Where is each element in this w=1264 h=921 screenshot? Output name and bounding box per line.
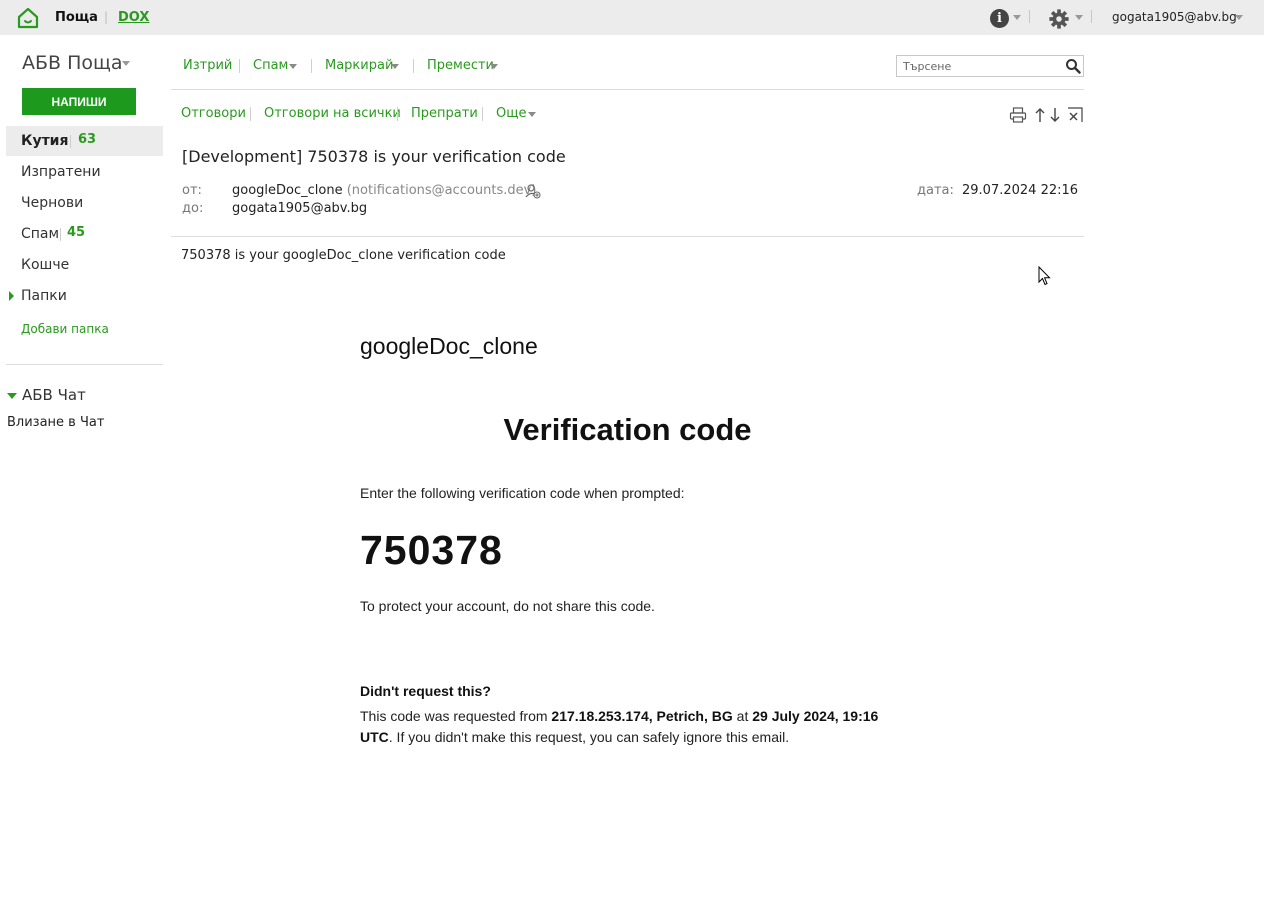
- email-heading: Verification code: [503, 412, 752, 447]
- folder-sent[interactable]: Изпратени: [6, 157, 163, 187]
- search-icon[interactable]: [1065, 58, 1081, 74]
- note-location: 217.18.253.174, Petrich, BG: [551, 708, 733, 724]
- spam-menu-button[interactable]: Спам: [253, 58, 288, 73]
- to-label: до:: [182, 201, 204, 216]
- unread-count: 63: [78, 132, 97, 147]
- move-chevron-down-icon[interactable]: [490, 64, 498, 69]
- mail-brand-menu[interactable]: АБВ Поща: [22, 52, 123, 74]
- expand-arrow-icon[interactable]: [9, 291, 14, 301]
- actions-divider: [482, 107, 483, 121]
- message-date: 29.07.2024 22:16: [962, 183, 1079, 198]
- unread-count: 45: [67, 225, 86, 240]
- add-contact-icon[interactable]: [525, 183, 541, 199]
- email-app-name: googleDoc_clone: [360, 333, 538, 359]
- mark-chevron-down-icon[interactable]: [391, 64, 399, 69]
- folder-label: Спам: [21, 226, 60, 242]
- compose-button[interactable]: НАПИШИ: [22, 88, 136, 115]
- user-account-menu[interactable]: gogata1905@abv.bg: [1112, 10, 1237, 24]
- sender-email: (notifications@accounts.dev): [346, 183, 537, 198]
- folder-label: Кутия: [21, 133, 69, 149]
- print-icon[interactable]: [1009, 106, 1027, 124]
- top-separator: |: [104, 10, 109, 24]
- folder-label: Кошче: [21, 257, 70, 273]
- move-menu-button[interactable]: Премести: [427, 58, 494, 73]
- sender[interactable]: googleDoc_clone (notifications@accounts.…: [232, 183, 536, 198]
- close-message-icon[interactable]: [1066, 106, 1084, 124]
- info-chevron-down-icon[interactable]: [1013, 15, 1021, 20]
- folder-label: Изпратени: [21, 164, 101, 180]
- next-message-icon[interactable]: [1046, 106, 1064, 124]
- toolbar-divider: [239, 59, 240, 73]
- actions-divider: [250, 107, 251, 121]
- sender-name: googleDoc_clone: [232, 183, 343, 198]
- top-divider: [1091, 10, 1092, 23]
- add-folder-link[interactable]: Добави папка: [21, 322, 109, 336]
- brand-chevron-down-icon[interactable]: [122, 61, 130, 66]
- mouse-cursor-icon: [1038, 266, 1051, 286]
- count-divider: [70, 135, 71, 148]
- top-divider: [1029, 10, 1030, 23]
- email-question: Didn't request this?: [360, 683, 491, 699]
- reply-button[interactable]: Отговори: [181, 106, 246, 121]
- account-chevron-down-icon[interactable]: [1235, 15, 1243, 20]
- more-chevron-down-icon[interactable]: [528, 112, 536, 117]
- sidebar-divider: [6, 364, 163, 365]
- folder-label: Чернови: [21, 195, 84, 211]
- recipient-email: gogata1905@abv.bg: [232, 201, 368, 216]
- toolbar-divider-line: [171, 89, 1084, 90]
- folder-inbox[interactable]: Кутия 63: [6, 126, 163, 156]
- date-label: дата:: [917, 183, 954, 198]
- from-label: от:: [182, 183, 202, 198]
- chat-login-link[interactable]: Влизане в Чат: [7, 415, 104, 430]
- actions-divider: [397, 107, 398, 121]
- dox-link[interactable]: DOX: [118, 10, 149, 25]
- more-menu-button[interactable]: Още: [496, 106, 526, 121]
- note-prefix: This code was requested from: [360, 708, 552, 724]
- mark-menu-button[interactable]: Маркирай: [325, 58, 393, 73]
- search-input[interactable]: [897, 56, 1063, 76]
- spam-chevron-down-icon[interactable]: [289, 64, 297, 69]
- note-at: at: [732, 708, 753, 724]
- message-preview-text: 750378 is your googleDoc_clone verificat…: [181, 248, 506, 263]
- count-divider: [60, 228, 61, 241]
- mail-link[interactable]: Поща: [55, 10, 98, 25]
- folder-folders[interactable]: Папки: [6, 281, 163, 311]
- toolbar-divider: [413, 59, 414, 73]
- collapse-arrow-icon[interactable]: [7, 393, 17, 399]
- toolbar-divider: [311, 59, 312, 73]
- delete-button[interactable]: Изтрий: [183, 58, 232, 73]
- folder-trash[interactable]: Кошче: [6, 250, 163, 280]
- chat-section-title[interactable]: АБВ Чат: [22, 386, 86, 404]
- folder-label: Папки: [21, 288, 67, 304]
- folder-drafts[interactable]: Чернови: [6, 188, 163, 218]
- email-request-note: This code was requested from 217.18.253.…: [360, 706, 900, 748]
- email-warning: To protect your account, do not share th…: [360, 598, 655, 614]
- header-divider-line: [171, 236, 1084, 237]
- info-icon[interactable]: i: [990, 9, 1009, 28]
- reply-all-button[interactable]: Отговори на всички: [264, 106, 401, 121]
- forward-button[interactable]: Препрати: [411, 106, 478, 121]
- folder-spam[interactable]: Спам 45: [6, 219, 163, 249]
- email-instruction: Enter the following verification code wh…: [360, 485, 685, 501]
- gear-icon[interactable]: [1048, 8, 1070, 30]
- verification-code: 750378: [360, 527, 503, 573]
- search-box: [896, 55, 1084, 77]
- message-subject: [Development] 750378 is your verificatio…: [182, 147, 566, 166]
- note-suffix: . If you didn't make this request, you c…: [388, 729, 790, 745]
- home-icon[interactable]: [16, 6, 40, 30]
- settings-chevron-down-icon[interactable]: [1075, 15, 1083, 20]
